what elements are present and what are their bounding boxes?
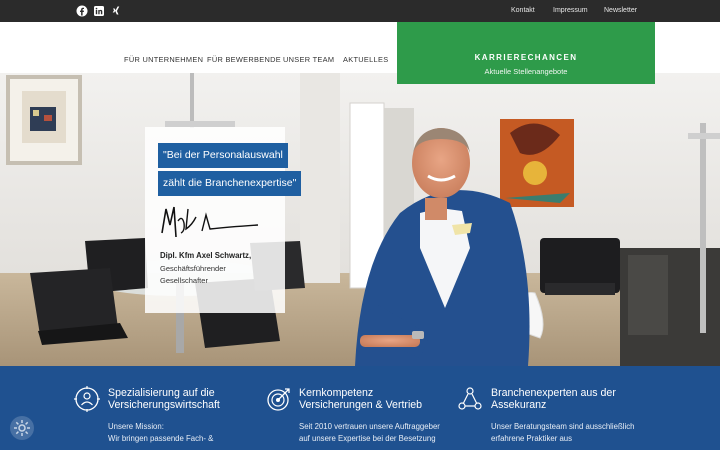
team-network-icon [457,386,483,412]
facebook-icon[interactable] [76,5,88,17]
feature-1-text-line-1: Unsere Mission: [108,422,164,431]
hero-image [0,73,720,366]
person-target-icon [74,386,100,412]
cookie-settings-gear-icon[interactable] [10,416,34,440]
feature-1-title-line-2: Versicherungswirtschaft [108,399,220,411]
feature-3-text-line-1: Unser Beratungsteam sind ausschließlich [491,422,635,431]
cta-subtitle: Aktuelle Stellenangebote [484,67,568,76]
feature-2-text-line-2: auf unsere Expertise bei der Besetzung [299,434,436,443]
person-name: Dipl. Kfm Axel Schwartz, [160,251,252,260]
target-arrow-icon [266,386,292,412]
feature-2-text-line-1: Seit 2010 vertrauen unsere Auftraggeber [299,422,440,431]
top-bar: Kontakt Impressum Newsletter [0,0,720,22]
nav-item-fur-unternehmen[interactable]: FÜR UNTERNEHMEN [124,55,203,65]
person-role-1: Geschäftsführender [160,264,226,273]
feature-3-title-line-2: Assekuranz [491,399,547,411]
kontakt-link[interactable]: Kontakt [511,6,535,16]
cta-title: KARRIERECHANCEN [474,53,578,62]
nav-item-fur-bewerbende[interactable]: FÜR BEWERBENDE [207,55,281,65]
quote-line-1: "Bei der Personalauswahl [158,143,288,168]
person-role-2: Gesellschafter [160,276,208,285]
nav-item-aktuelles[interactable]: AKTUELLES [343,55,388,65]
quote-line-2: zählt die Branchenexpertise" [158,171,302,196]
impressum-link[interactable]: Impressum [553,6,588,16]
office-scene-illustration [0,73,720,366]
handwritten-signature [161,206,259,238]
nav-item-unser-team[interactable]: UNSER TEAM [283,55,334,65]
linkedin-icon[interactable] [93,5,105,17]
xing-icon[interactable] [110,5,122,17]
feature-2-title-line-2: Versicherungen & Vertrieb [299,399,423,411]
newsletter-link[interactable]: Newsletter [604,6,637,16]
feature-3-text-line-2: erfahrene Praktiker aus [491,434,573,443]
feature-1-text-line-2: Wir bringen passende Fach- & [108,434,214,443]
karrierechancen-button[interactable]: KARRIERECHANCEN Aktuelle Stellenangebote [397,22,655,84]
